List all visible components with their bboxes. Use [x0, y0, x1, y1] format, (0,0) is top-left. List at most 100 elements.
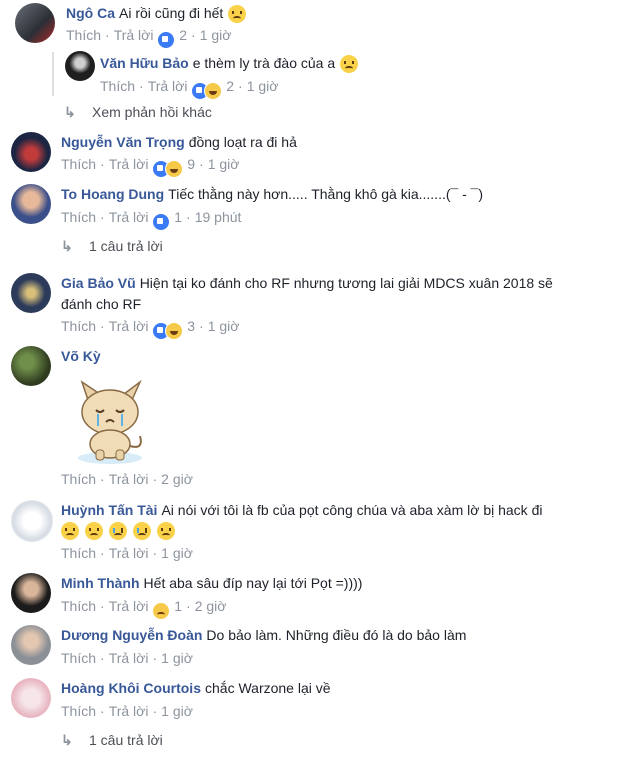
reply-button[interactable]: Trả lời — [109, 703, 149, 719]
comment-text: Ai rồi cũng đi hết — [119, 5, 224, 21]
comment-author[interactable]: Nguyễn Văn Trọng — [61, 134, 185, 150]
comment-body: Gia Bảo Vũ Hiện tại ko đánh cho RF nhưng … — [61, 273, 553, 293]
reply-button[interactable]: Trả lời — [148, 78, 188, 94]
comment-actions: Thích · Trả lời 3 · 1 giờ — [61, 316, 240, 340]
avatar[interactable] — [11, 346, 51, 386]
comment-body: Ngô Ca Ai rồi cũng đi hết — [66, 3, 247, 24]
reaction-summary[interactable] — [152, 599, 171, 620]
avatar[interactable] — [11, 573, 51, 613]
comment-author[interactable]: To Hoang Dung — [61, 186, 164, 202]
like-button[interactable]: Thích — [66, 27, 101, 43]
reaction-summary[interactable] — [157, 28, 176, 49]
timestamp[interactable]: 19 phút — [195, 209, 242, 225]
sad-emoji-icon — [61, 522, 79, 541]
timestamp[interactable]: 1 giờ — [161, 650, 193, 666]
avatar[interactable] — [11, 132, 51, 172]
comment-actions: Thích · Trả lời 2 · 1 giờ — [66, 25, 232, 49]
like-button[interactable]: Thích — [61, 545, 96, 561]
comment-actions: Thích · Trả lời 1 · 19 phút — [61, 207, 242, 231]
reaction-count[interactable]: 2 — [226, 78, 234, 94]
reaction-summary[interactable] — [191, 79, 223, 100]
timestamp[interactable]: 1 giờ — [200, 27, 232, 43]
comment-author[interactable]: Hoàng Khôi Courtois — [61, 680, 201, 696]
avatar[interactable] — [11, 184, 51, 224]
avatar[interactable] — [11, 273, 51, 313]
comment-text: Ai nói với tôi là fb của pọt công chúa v… — [161, 502, 543, 518]
like-button[interactable]: Thích — [61, 156, 96, 172]
like-button[interactable]: Thích — [61, 318, 96, 334]
comment-body: Huỳnh Tấn Tài Ai nói với tôi là fb của pọ… — [61, 500, 542, 520]
reaction-count[interactable]: 1 — [174, 209, 182, 225]
comment-actions: Thích · Trả lời 1 · 2 giờ — [61, 596, 227, 620]
reply-button[interactable]: Trả lời — [109, 318, 149, 334]
comment-text: Tiếc thằng này hơn..... Thằng khô gà kia… — [168, 186, 484, 202]
comment-actions: Thích · Trả lời · 1 giờ — [61, 545, 193, 561]
like-button[interactable]: Thích — [61, 703, 96, 719]
comment-author[interactable]: Huỳnh Tấn Tài — [61, 502, 157, 518]
timestamp[interactable]: 1 giờ — [247, 78, 279, 94]
like-button[interactable]: Thích — [61, 209, 96, 225]
timestamp[interactable]: 1 giờ — [161, 545, 193, 561]
reaction-count[interactable]: 1 — [174, 598, 182, 614]
timestamp[interactable]: 1 giờ — [208, 156, 240, 172]
haha-reaction-icon — [204, 81, 223, 100]
reaction-count[interactable]: 2 — [179, 27, 187, 43]
comment-text-continued: đánh cho RF — [61, 296, 142, 312]
comment-author[interactable]: Gia Bảo Vũ — [61, 275, 136, 291]
comment-author[interactable]: Văn Hữu Bảo — [100, 55, 189, 71]
haha-reaction-icon — [165, 159, 184, 178]
timestamp[interactable]: 2 giờ — [161, 471, 193, 487]
like-button[interactable]: Thích — [61, 598, 96, 614]
more-replies-link[interactable]: ↳ Xem phản hồi khác — [64, 104, 212, 121]
comment-body: Hoàng Khôi Courtois chắc Warzone lại về — [61, 678, 331, 698]
comment-body: Dương Nguyễn Đoàn Do bảo làm. Những điều … — [61, 625, 466, 645]
one-reply-link[interactable]: ↳ 1 câu trả lời — [61, 238, 163, 255]
sad-emoji-icon — [84, 522, 103, 541]
timestamp[interactable]: 1 giờ — [161, 703, 193, 719]
comment-text: chắc Warzone lại về — [205, 680, 331, 696]
comment-text: đồng loạt ra đi hả — [188, 134, 297, 150]
reaction-count[interactable]: 3 — [187, 318, 195, 334]
avatar[interactable] — [15, 3, 55, 43]
like-button[interactable]: Thích — [100, 78, 135, 94]
avatar[interactable] — [65, 51, 95, 81]
reply-button[interactable]: Trả lời — [109, 598, 149, 614]
comment-author[interactable]: Minh Thành — [61, 575, 140, 591]
reaction-summary[interactable] — [152, 319, 184, 340]
reply-button[interactable]: Trả lời — [109, 545, 149, 561]
comment-author[interactable]: Võ Kỳ — [61, 348, 101, 364]
avatar[interactable] — [11, 625, 51, 665]
comment-text: Hết aba sâu đíp nay lại tới Pọt =)))) — [143, 575, 363, 591]
comment-author[interactable]: Ngô Ca — [66, 5, 115, 21]
comment-text: Hiện tại ko đánh cho RF nhưng tương lai … — [139, 275, 553, 291]
comment-actions: Thích · Trả lời 9 · 1 giờ — [61, 154, 240, 178]
crying-cat-sticker[interactable] — [70, 380, 160, 468]
reply-arrow-icon: ↳ — [61, 238, 73, 254]
reply-button[interactable]: Trả lời — [109, 209, 149, 225]
reply-button[interactable]: Trả lời — [109, 650, 149, 666]
sad-emoji-icon — [156, 522, 175, 541]
avatar[interactable] — [11, 500, 53, 542]
comment-text: e thèm ly trà đào của a — [192, 55, 336, 71]
reaction-summary[interactable] — [152, 210, 171, 231]
sad-emoji-icon — [340, 55, 359, 74]
comment-body: To Hoang Dung Tiếc thằng này hơn..... Thằ… — [61, 184, 483, 204]
reaction-summary[interactable] — [152, 157, 184, 178]
reply-button[interactable]: Trả lời — [114, 27, 154, 43]
comment-body: Nguyễn Văn Trọng đồng loạt ra đi hả — [61, 132, 297, 152]
reply-button[interactable]: Trả lời — [109, 471, 149, 487]
like-reaction-icon — [157, 30, 176, 49]
reaction-count[interactable]: 9 — [187, 156, 195, 172]
reply-body: Văn Hữu Bảo e thèm ly trà đào của a — [100, 53, 359, 74]
one-reply-link[interactable]: ↳ 1 câu trả lời — [61, 732, 163, 749]
sad-emoji-icon — [228, 5, 247, 24]
timestamp[interactable]: 2 giờ — [195, 598, 227, 614]
timestamp[interactable]: 1 giờ — [208, 318, 240, 334]
reply-button[interactable]: Trả lời — [109, 156, 149, 172]
like-button[interactable]: Thích — [61, 650, 96, 666]
comment-actions: Thích · Trả lời · 1 giờ — [61, 703, 193, 719]
comment-body: Võ Kỳ — [61, 346, 105, 366]
comment-author[interactable]: Dương Nguyễn Đoàn — [61, 627, 202, 643]
avatar[interactable] — [11, 678, 51, 718]
like-button[interactable]: Thích — [61, 471, 96, 487]
